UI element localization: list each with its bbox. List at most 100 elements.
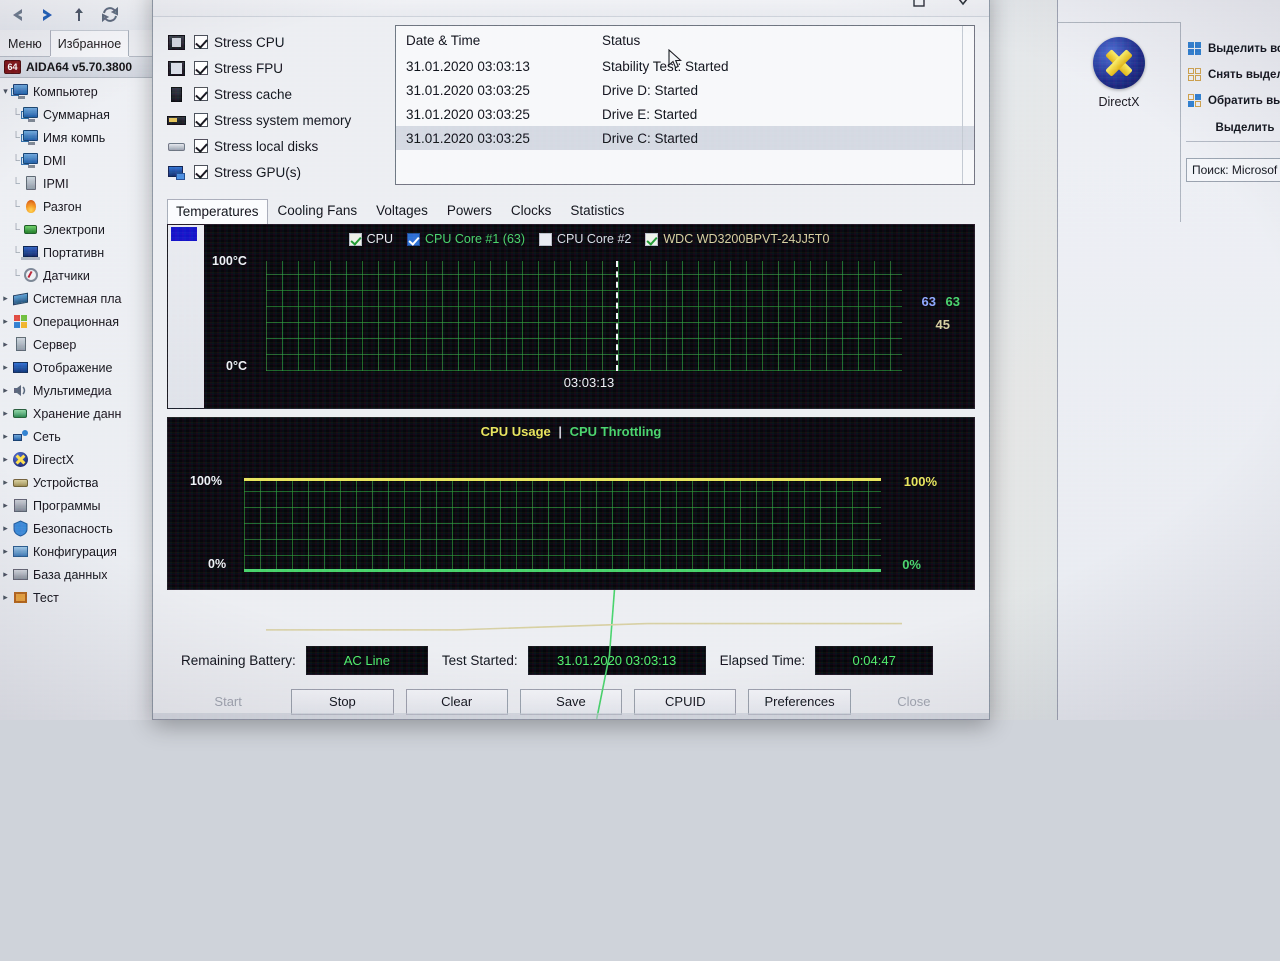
deselect-button[interactable]: Снять выделе (1188, 62, 1280, 88)
table-row[interactable]: 31.01.2020 03:03:13 Stability Test: Star… (396, 54, 974, 78)
legend-cpu-core-2-checkbox[interactable] (539, 232, 553, 246)
search-input[interactable]: Поиск: Microsof (1186, 158, 1280, 182)
up-arrow-icon[interactable] (68, 4, 90, 26)
chevron-right-icon[interactable]: ▸ (0, 293, 11, 304)
stress-memory-checkbox[interactable] (194, 113, 208, 127)
invert-selection-button[interactable]: Обратить выд (1188, 88, 1280, 114)
cpu-usage-graph[interactable]: CPU Usage | CPU Throttling 100% 0% 100% … (167, 417, 975, 590)
sensor-selector-highlight[interactable] (171, 227, 197, 241)
tree-item-computer[interactable]: ▾ Компьютер (0, 80, 161, 103)
maximize-button[interactable] (897, 0, 941, 16)
usage-plot-area (244, 478, 881, 572)
stress-cpu-checkbox[interactable] (194, 35, 208, 49)
table-row[interactable]: 31.01.2020 03:03:25 Drive D: Started (396, 78, 974, 102)
right-side-panel: DirectX Выделить все Снять выделе (1057, 0, 1280, 720)
tab-statistics[interactable]: Statistics (561, 198, 633, 224)
legend-cpu-checkbox[interactable] (348, 232, 362, 246)
tree-item-benchmark[interactable]: ▸ Тест (0, 586, 161, 609)
chevron-right-icon[interactable]: ▸ (0, 477, 11, 488)
computer-icon (11, 83, 30, 100)
tree-item-directx[interactable]: ▸ DirectX (0, 448, 161, 471)
select-all-button[interactable]: Выделить все (1188, 36, 1280, 62)
tab-cooling-fans[interactable]: Cooling Fans (269, 198, 367, 224)
chevron-right-icon[interactable]: ▸ (0, 569, 11, 580)
chevron-right-icon[interactable]: ▸ (0, 454, 11, 465)
legend-item-hdd[interactable]: WDC WD3200BPVT-24JJ5T0 (645, 232, 829, 246)
tree-item-network[interactable]: ▸ Сеть (0, 425, 161, 448)
tab-voltages[interactable]: Voltages (367, 198, 437, 224)
menu-tab-favorites[interactable]: Избранное (49, 30, 130, 56)
table-row[interactable]: 31.01.2020 03:03:25 Drive E: Started (396, 102, 974, 126)
stress-option-disks[interactable]: Stress local disks (167, 133, 385, 159)
usage-title-separator: | (558, 424, 562, 439)
tree-item-computer-name[interactable]: └ Имя компь (0, 126, 161, 149)
stress-disks-checkbox[interactable] (194, 139, 208, 153)
chevron-down-icon[interactable]: ▾ (0, 86, 11, 97)
chevron-right-icon[interactable]: ▸ (0, 431, 11, 442)
chevron-right-icon[interactable]: ▸ (0, 339, 11, 350)
chevron-right-icon[interactable]: ▸ (0, 408, 11, 419)
legend-item-cpu[interactable]: CPU (348, 232, 393, 246)
stress-gpu-checkbox[interactable] (194, 165, 208, 179)
tree-item-security[interactable]: ▸ Безопасность (0, 517, 161, 540)
stress-option-fpu[interactable]: Stress FPU (167, 55, 385, 81)
tree-item-multimedia[interactable]: ▸ Мультимедиа (0, 379, 161, 402)
stress-option-memory[interactable]: Stress system memory (167, 107, 385, 133)
tab-powers[interactable]: Powers (438, 198, 501, 224)
usage-series-cpu-throttling (244, 569, 881, 572)
legend-hdd-checkbox[interactable] (645, 232, 659, 246)
tree-item-summary[interactable]: └ Суммарная (0, 103, 161, 126)
forward-arrow-icon[interactable] (37, 4, 59, 26)
chevron-right-icon[interactable]: ▸ (0, 500, 11, 511)
tree-item-storage[interactable]: ▸ Хранение данн (0, 402, 161, 425)
menu-tab-menu[interactable]: Меню (0, 30, 50, 56)
tree-item-sensors[interactable]: └ Датчики (0, 264, 161, 287)
chevron-right-icon[interactable]: ▸ (0, 385, 11, 396)
tree-item-programs[interactable]: ▸ Программы (0, 494, 161, 517)
tree-item-label: Операционная (33, 314, 119, 329)
tree-item-database[interactable]: ▸ База данных (0, 563, 161, 586)
memory-icon (167, 112, 188, 129)
tree-item-power[interactable]: └ Электропи (0, 218, 161, 241)
stress-cache-checkbox[interactable] (194, 87, 208, 101)
tree-item-display[interactable]: ▸ Отображение (0, 356, 161, 379)
start-button[interactable]: Start (177, 689, 279, 715)
chevron-right-icon[interactable]: ▸ (0, 546, 11, 557)
temperatures-graph[interactable]: CPU CPU Core #1 (63) CPU Core #2 WDC WD3… (167, 224, 975, 409)
usage-title-part-usage: CPU Usage (480, 424, 551, 439)
tree-item-ipmi[interactable]: └ IPMI (0, 172, 161, 195)
chevron-right-icon[interactable]: ▸ (0, 523, 11, 534)
tab-temperatures[interactable]: Temperatures (167, 199, 268, 225)
legend-item-cpu-core-2[interactable]: CPU Core #2 (539, 232, 631, 246)
tree-item-config[interactable]: ▸ Конфигурация (0, 540, 161, 563)
tree-item-label: Компьютер (33, 84, 98, 99)
stress-option-gpu[interactable]: Stress GPU(s) (167, 159, 385, 185)
tree-item-os[interactable]: ▸ Операционная (0, 310, 161, 333)
tree-item-portable[interactable]: └ Портативн (0, 241, 161, 264)
server-icon (11, 336, 30, 353)
tree-item-devices[interactable]: ▸ Устройства (0, 471, 161, 494)
tree-item-server[interactable]: ▸ Сервер (0, 333, 161, 356)
tree-item-dmi[interactable]: └ DMI (0, 149, 161, 172)
chevron-right-icon[interactable]: ▸ (0, 362, 11, 373)
chevron-right-icon[interactable]: ▸ (0, 592, 11, 603)
chevron-right-icon[interactable]: ▸ (0, 316, 11, 327)
directx-category-box[interactable]: DirectX (1058, 22, 1181, 222)
close-button[interactable] (941, 0, 985, 16)
tree-item-overclock[interactable]: └ Разгон (0, 195, 161, 218)
legend-item-cpu-core-1[interactable]: CPU Core #1 (63) (406, 232, 525, 246)
refresh-icon[interactable] (99, 4, 121, 26)
status-log-panel[interactable]: Date & Time Status 31.01.2020 03:03:13 S… (395, 25, 975, 185)
stress-option-cache[interactable]: Stress cache (167, 81, 385, 107)
legend-cpu-core-1-checkbox[interactable] (406, 232, 420, 246)
stress-fpu-checkbox[interactable] (194, 61, 208, 75)
tree-item-motherboard[interactable]: ▸ Системная пла (0, 287, 161, 310)
table-row[interactable]: 31.01.2020 03:03:25 Drive C: Started (396, 126, 974, 150)
sensor-selector-strip[interactable] (168, 225, 204, 408)
stress-option-cpu[interactable]: Stress CPU (167, 29, 385, 55)
tab-clocks[interactable]: Clocks (502, 198, 561, 224)
log-scrollbar[interactable] (962, 26, 974, 184)
stress-fpu-label: Stress FPU (214, 60, 284, 76)
back-arrow-icon[interactable] (6, 4, 28, 26)
temp-value-cpu-core-1: 63 (945, 294, 960, 309)
